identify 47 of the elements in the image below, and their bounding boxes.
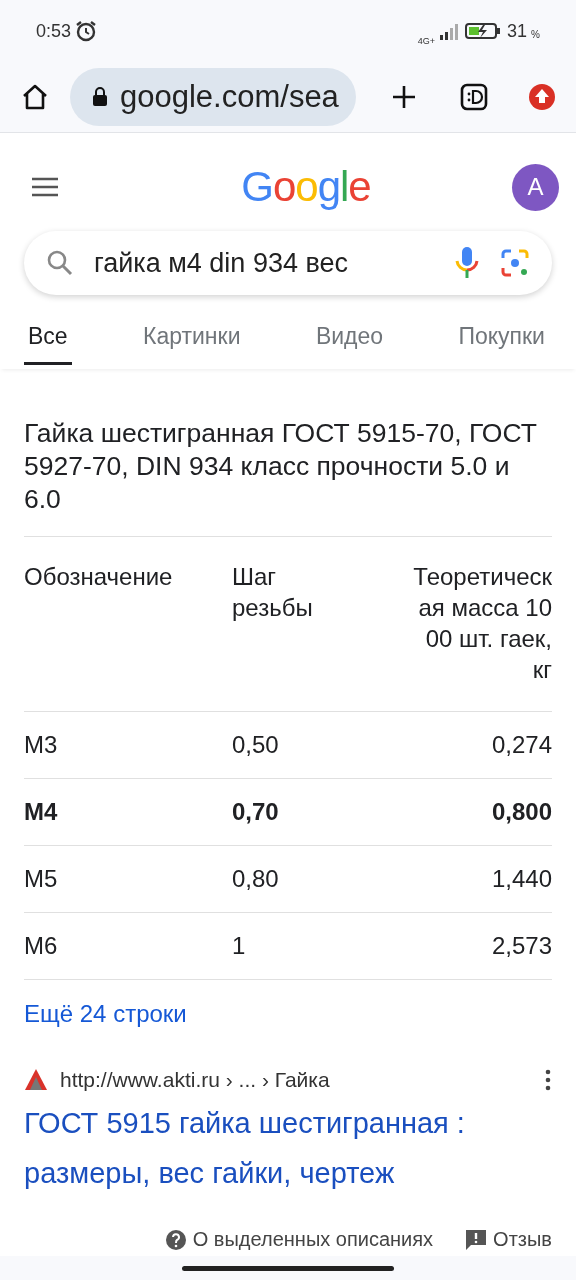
clock-time: 0:53 xyxy=(36,20,72,42)
microphone-icon[interactable] xyxy=(454,246,480,280)
table-cell-text: 1 xyxy=(232,932,247,960)
table-cell-text: 2,573 xyxy=(490,932,552,960)
battery-level: 31 xyxy=(507,20,528,42)
about-snippets-link[interactable]: О выделенных описаниях xyxy=(192,1228,434,1251)
column-header: Теоретическая масса 1000 шт. гаек, кг xyxy=(412,562,552,685)
table-cell-text: 0,800 xyxy=(490,798,552,826)
battery-icon xyxy=(465,22,502,40)
menu-icon[interactable] xyxy=(30,175,60,199)
lock-icon xyxy=(92,87,108,107)
table-cell-text: 0,274 xyxy=(490,731,552,759)
help-icon[interactable] xyxy=(164,1228,187,1251)
table-cell-text: 0,80 xyxy=(232,865,280,893)
network-label: 4G+ xyxy=(417,36,436,46)
result-title-link[interactable]: ГОСТ 5915 гайка шестигранная : размеры, вес гайки, чертеж xyxy=(24,1098,552,1198)
table-cell-text: 0,70 xyxy=(232,798,280,826)
account-avatar[interactable]: A xyxy=(512,163,559,211)
alarm-icon xyxy=(75,20,98,42)
site-favicon-icon xyxy=(24,1068,48,1092)
table-cell-text: М6 xyxy=(24,932,59,960)
result-url[interactable]: http://www.akti.ru › ... › Гайка xyxy=(60,1068,532,1092)
table-cell-text: 1,440 xyxy=(490,865,552,893)
more-options-icon[interactable] xyxy=(544,1069,552,1091)
search-tab[interactable]: Видео xyxy=(311,317,388,365)
column-header: Обозначение xyxy=(24,562,174,592)
google-logo[interactable]: Google xyxy=(241,163,371,211)
search-field[interactable]: гайка м4 din 934 вес xyxy=(24,231,552,295)
gesture-bar[interactable] xyxy=(182,1265,394,1271)
more-rows-link[interactable]: Ещё 24 строки xyxy=(24,1000,552,1028)
percent-sign: % xyxy=(531,28,540,40)
feedback-link[interactable]: Отзыв xyxy=(493,1228,552,1251)
snippet-title: Гайка шестигранная ГОСТ 5915-70, ГОСТ 5927-70, DIN 934 класс прочности 5.0 и 6.0 xyxy=(24,417,552,537)
table-cell-text: М4 xyxy=(24,798,59,826)
table-cell-text: 0,50 xyxy=(232,731,280,759)
tab-switcher-icon[interactable] xyxy=(460,83,488,111)
search-tab[interactable]: Картинки xyxy=(139,317,245,365)
search-icon[interactable] xyxy=(46,249,74,277)
search-tab[interactable]: Покупки xyxy=(454,317,549,365)
plus-icon[interactable] xyxy=(390,83,418,111)
search-tab[interactable]: Все xyxy=(24,317,72,365)
column-header: Шаг резьбы xyxy=(232,562,314,623)
address-bar[interactable]: google.com/sea xyxy=(70,68,356,126)
feedback-icon[interactable] xyxy=(465,1228,488,1251)
table-cell-text: М3 xyxy=(24,731,59,759)
table-cell-text: М5 xyxy=(24,865,59,893)
camera-search-icon[interactable] xyxy=(500,248,530,278)
